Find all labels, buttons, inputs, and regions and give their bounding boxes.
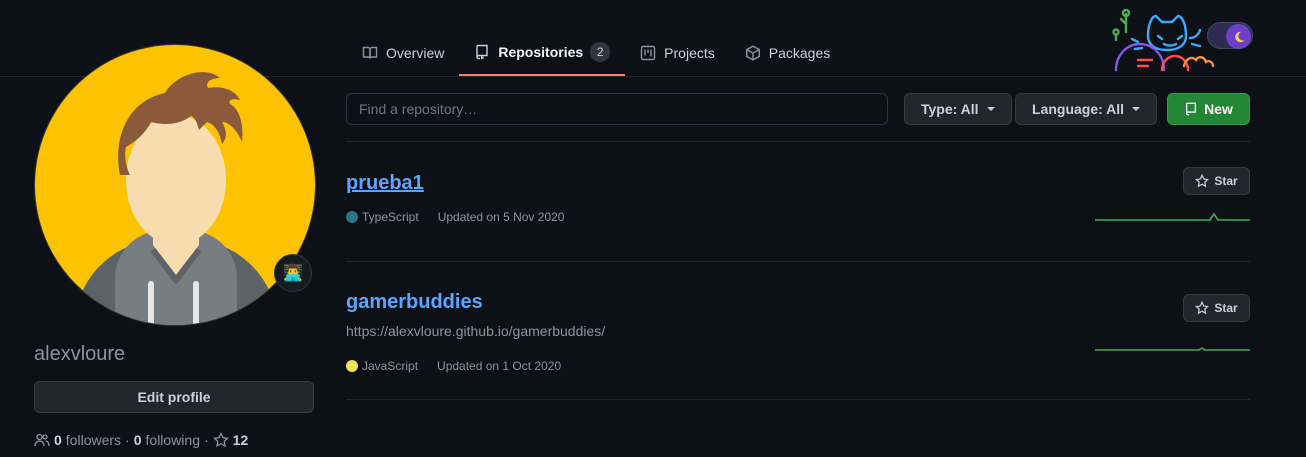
language-filter-label: Language: All [1032, 101, 1125, 117]
tab-packages[interactable]: Packages [730, 30, 845, 75]
followers-count[interactable]: 0 [54, 432, 62, 448]
caret-down-icon [1132, 107, 1141, 111]
type-filter-dropdown[interactable]: Type: All [904, 93, 1012, 125]
repo-meta: JavaScript Updated on 1 Oct 2020 [346, 359, 561, 373]
type-filter-label: Type: All [921, 101, 979, 117]
new-repository-button[interactable]: New [1167, 93, 1250, 125]
star-button[interactable]: Star [1183, 294, 1250, 322]
octocat-illustration [1112, 8, 1215, 72]
profile-tabs: Overview Repositories 2 Projects Package… [347, 30, 845, 77]
tab-projects-label: Projects [664, 44, 715, 61]
repo-language: TypeScript [362, 210, 419, 224]
stars-count[interactable]: 12 [233, 432, 249, 448]
follow-stats: 0 followers · 0 following · 12 [34, 432, 248, 448]
separator-dot: · [204, 432, 209, 448]
tab-projects[interactable]: Projects [625, 30, 730, 75]
avatar[interactable] [34, 44, 316, 326]
language-color-dot [346, 211, 358, 223]
project-icon [640, 45, 656, 60]
activity-sparkline [1095, 347, 1250, 351]
divider [346, 141, 1250, 142]
tab-packages-label: Packages [768, 44, 831, 61]
star-icon [212, 432, 229, 448]
following-count[interactable]: 0 [134, 432, 142, 448]
activity-sparkline [1095, 212, 1250, 221]
repo-updated: Updated on 1 Oct 2020 [437, 359, 562, 373]
tab-repositories[interactable]: Repositories 2 [459, 30, 626, 76]
repo-language: JavaScript [362, 359, 419, 373]
package-icon [745, 44, 760, 61]
status-emoji[interactable]: 👨‍💻 [274, 254, 312, 292]
new-button-label: New [1204, 101, 1233, 117]
tab-overview[interactable]: Overview [347, 30, 459, 75]
repository-search-input[interactable] [346, 93, 888, 125]
separator-dot: · [125, 432, 130, 448]
repositories-count-badge: 2 [590, 42, 611, 62]
star-label: Star [1214, 174, 1238, 188]
theme-toggle[interactable] [1207, 22, 1253, 49]
language-color-dot [346, 360, 358, 372]
tab-overview-label: Overview [386, 44, 445, 61]
star-label: Star [1214, 301, 1238, 315]
following-label[interactable]: following [146, 432, 200, 448]
repo-updated: Updated on 5 Nov 2020 [437, 210, 565, 224]
star-button[interactable]: Star [1183, 167, 1250, 195]
caret-down-icon [986, 107, 995, 111]
divider [346, 261, 1250, 262]
language-filter-dropdown[interactable]: Language: All [1015, 93, 1158, 125]
repo-name-link[interactable]: gamerbuddies [346, 291, 483, 314]
edit-profile-button[interactable]: Edit profile [34, 381, 314, 413]
moon-icon [1226, 24, 1251, 49]
repo-description: https://alexvloure.github.io/gamerbuddie… [346, 323, 606, 339]
tab-repositories-label: Repositories [498, 44, 584, 60]
star-icon [1195, 174, 1210, 188]
profile-username: alexvloure [34, 343, 126, 365]
book-icon [362, 46, 378, 59]
star-icon [1195, 301, 1210, 315]
repo-name-link[interactable]: prueba1 [346, 172, 424, 195]
divider [346, 399, 1250, 400]
followers-label[interactable]: followers [66, 432, 121, 448]
repo-meta: TypeScript Updated on 5 Nov 2020 [346, 210, 564, 224]
repo-icon [476, 44, 489, 60]
people-icon [34, 433, 50, 447]
repo-icon [1186, 102, 1197, 116]
